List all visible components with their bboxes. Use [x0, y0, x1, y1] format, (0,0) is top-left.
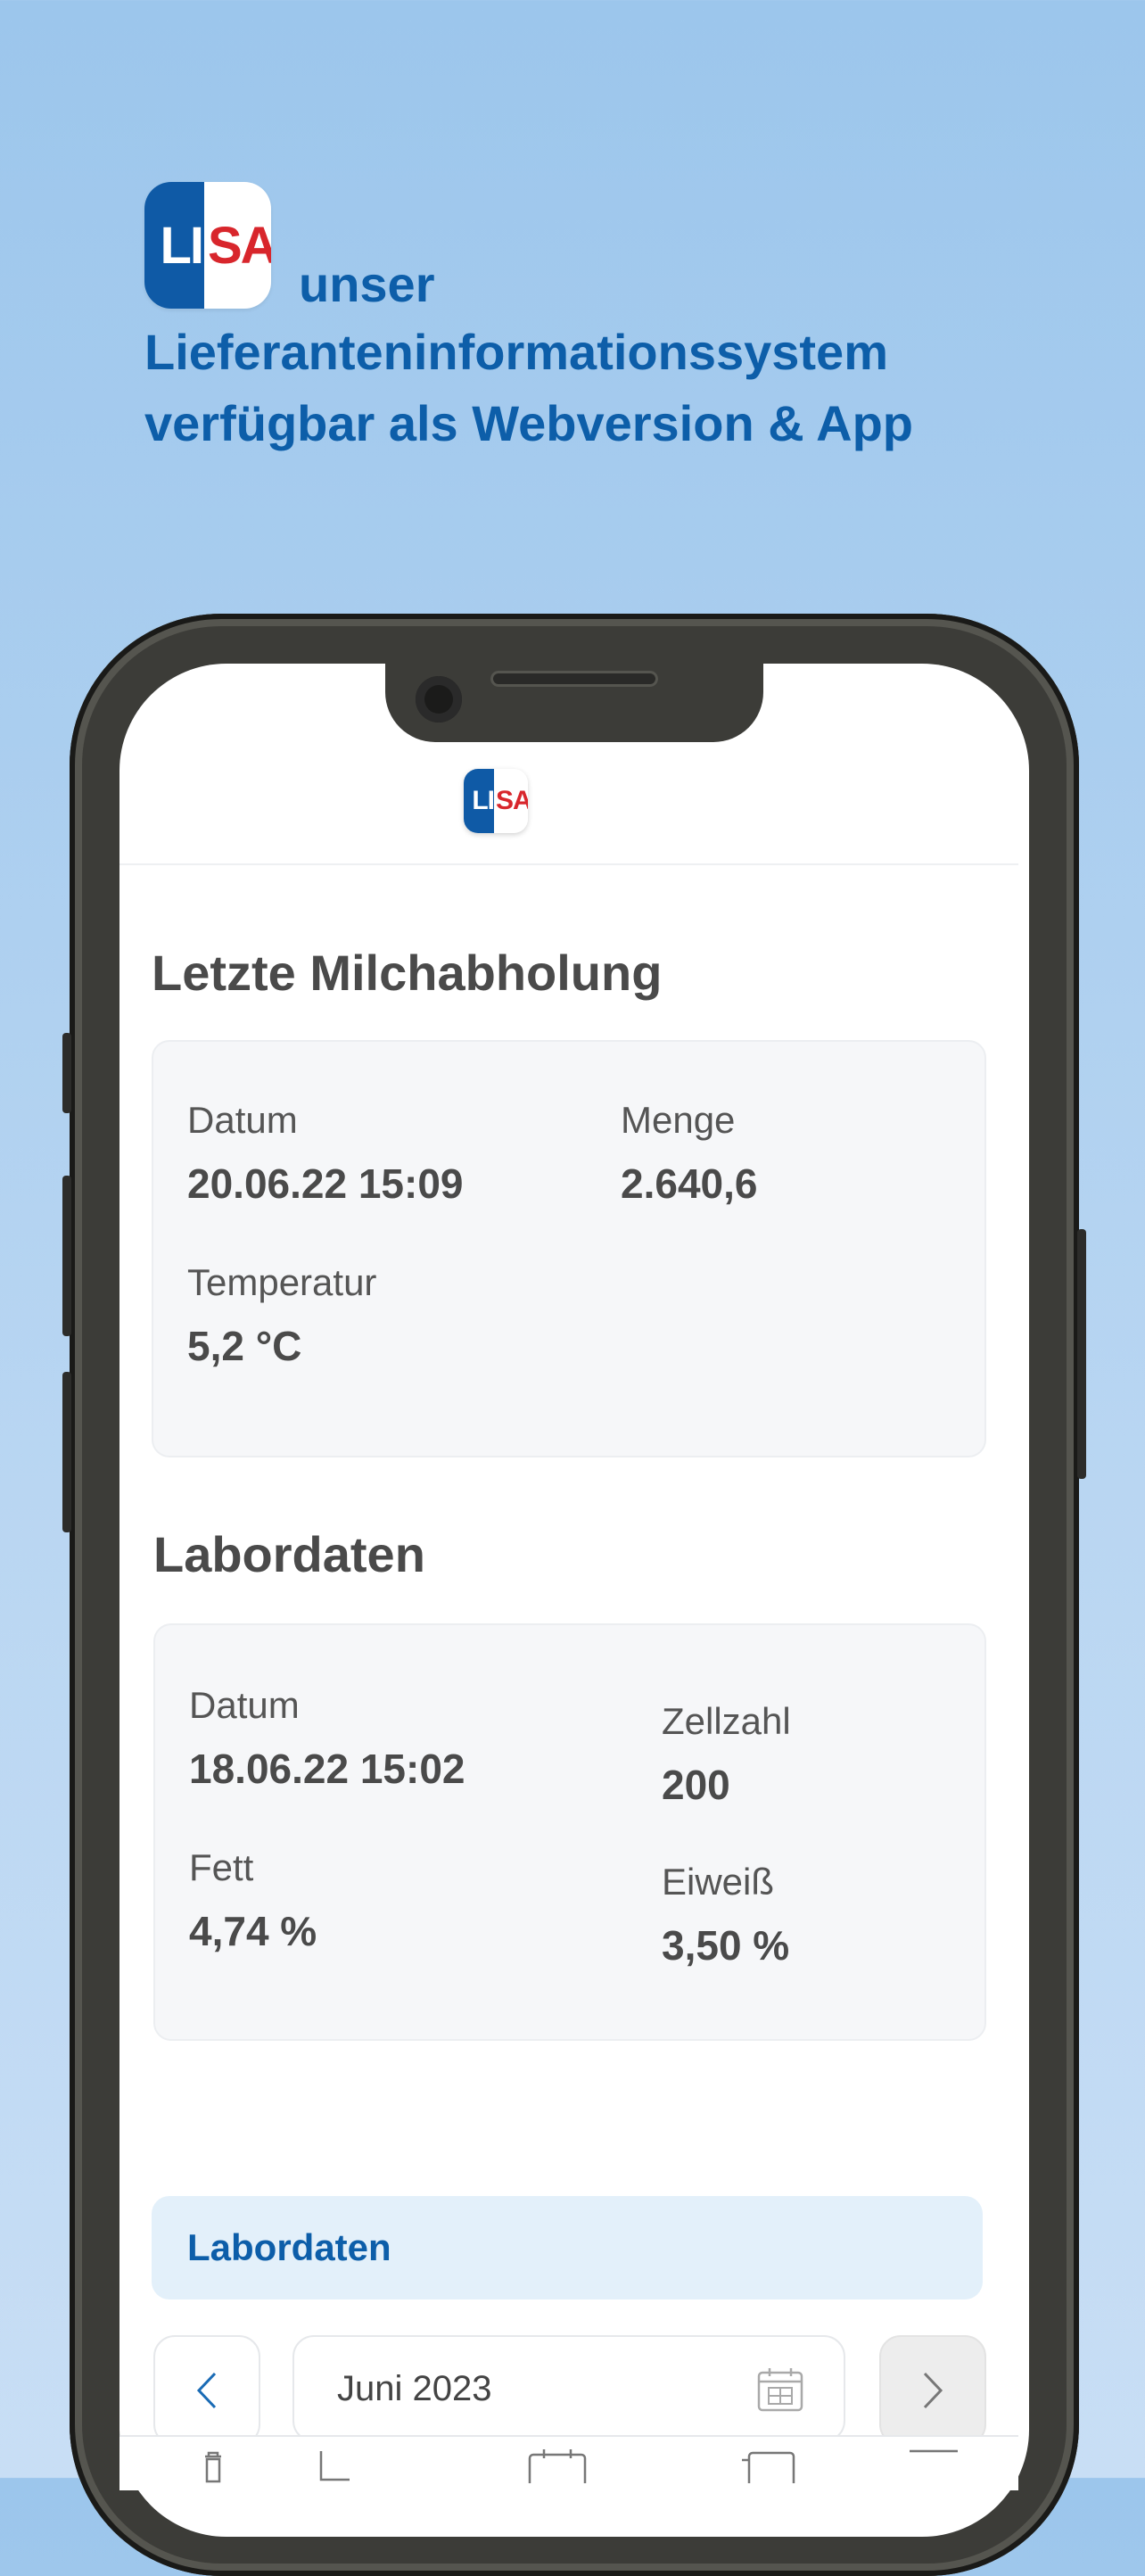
hero-line-2: Lieferanteninformationssystem — [144, 324, 888, 380]
milk-section-title: Letzte Milchabholung — [152, 945, 663, 1001]
app-logo-left: LI — [464, 769, 495, 833]
chart-icon[interactable] — [317, 2448, 353, 2483]
volume-down-button — [62, 1372, 71, 1532]
chevron-left-icon — [196, 2372, 217, 2409]
chevron-right-icon — [923, 2372, 943, 2409]
hero-line-3: verfügbar als Webversion & App — [144, 395, 913, 451]
milk-card: Datum 20.06.22 15:09 Menge 2.640,6 Tempe… — [152, 1040, 986, 1457]
volume-up-button — [62, 1176, 71, 1336]
milk-temp-label: Temperatur — [187, 1261, 377, 1303]
bottom-tab-bar — [119, 2435, 1018, 2490]
lab-protein-value: 3,50 % — [662, 1922, 790, 1969]
calendar-tab-icon[interactable] — [528, 2448, 587, 2483]
power-button — [1077, 1229, 1086, 1479]
milk-temp-value: 5,2 °C — [187, 1323, 302, 1369]
logo-text-right: SA — [204, 182, 271, 309]
header-divider — [119, 863, 1018, 865]
month-picker-value: Juni 2023 — [337, 2369, 492, 2408]
speaker-grille — [490, 671, 658, 687]
lab-fat-label: Fett — [189, 1846, 254, 1888]
labordaten-banner[interactable]: Labordaten — [152, 2196, 983, 2299]
lab-cells-value: 200 — [662, 1762, 730, 1808]
milk-date-value: 20.06.22 15:09 — [187, 1160, 464, 1207]
hero-line-1: unser — [299, 256, 435, 312]
milk-amount-value: 2.640,6 — [621, 1160, 758, 1207]
milk-amount-label: Menge — [621, 1099, 736, 1141]
lab-fat-value: 4,74 % — [189, 1908, 317, 1954]
lab-card: Datum 18.06.22 15:02 Zellzahl 200 Fett 4… — [153, 1623, 986, 2041]
phone-notch — [385, 658, 763, 742]
lab-section-title: Labordaten — [153, 1526, 425, 1582]
menu-icon[interactable] — [908, 2448, 960, 2474]
app-logo-right: SA — [494, 769, 528, 833]
camera-icon — [416, 676, 462, 722]
previous-month-button[interactable] — [153, 2335, 260, 2446]
lab-cells-label: Zellzahl — [662, 1700, 791, 1742]
document-icon[interactable] — [740, 2448, 797, 2483]
lisa-logo: LI SA — [144, 182, 271, 309]
app-logo[interactable]: LI SA — [464, 769, 528, 833]
mute-switch — [62, 1033, 71, 1113]
lab-date-value: 18.06.22 15:02 — [189, 1746, 465, 1792]
next-month-button[interactable] — [879, 2335, 986, 2446]
lab-date-label: Datum — [189, 1684, 300, 1726]
calendar-icon[interactable] — [756, 2365, 804, 2414]
lab-protein-label: Eiweiß — [662, 1861, 775, 1903]
logo-text-left: LI — [144, 182, 204, 309]
month-picker[interactable]: Juni 2023 — [292, 2335, 845, 2442]
trash-icon[interactable] — [200, 2448, 227, 2483]
milk-date-label: Datum — [187, 1099, 298, 1141]
